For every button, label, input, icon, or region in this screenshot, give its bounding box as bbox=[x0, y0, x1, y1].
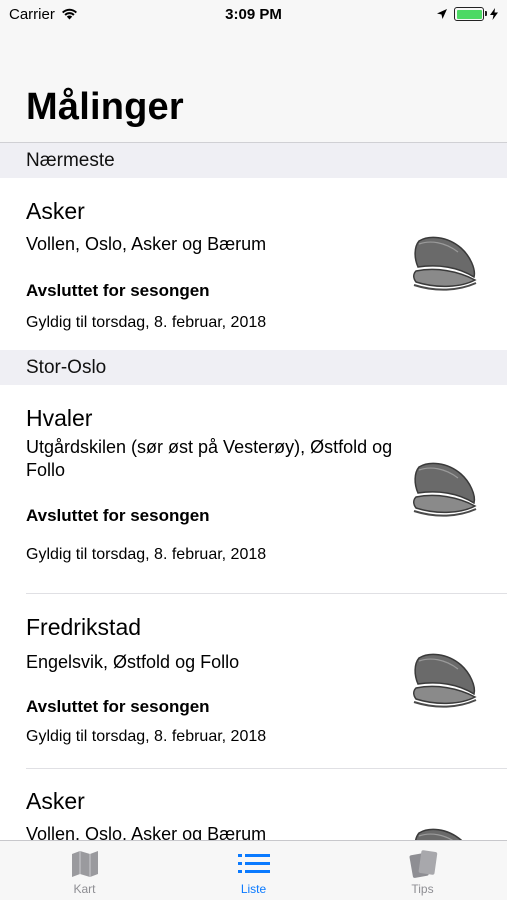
tab-label: Tips bbox=[411, 882, 434, 896]
row-valid-until: Gyldig til torsdag, 8. februar, 2018 bbox=[26, 728, 267, 745]
charging-bolt-icon bbox=[490, 8, 498, 20]
row-location: Engelsvik, Østfold og Follo bbox=[26, 652, 240, 672]
status-left: Carrier bbox=[9, 6, 78, 23]
page-title: Målinger bbox=[26, 86, 184, 128]
mussel-icon bbox=[413, 653, 477, 708]
map-icon bbox=[71, 851, 98, 877]
row-status: Avsluttet for sesongen bbox=[26, 506, 210, 525]
carrier-label: Carrier bbox=[9, 5, 55, 23]
status-right bbox=[436, 7, 498, 21]
row-title: Fredrikstad bbox=[26, 614, 142, 640]
row-location: Vollen, Oslo, Asker og Bærum bbox=[26, 234, 267, 254]
list-item[interactable]: Asker Vollen, Oslo, Asker og Bærum bbox=[0, 769, 507, 840]
status-bar: Carrier 3:09 PM bbox=[0, 0, 507, 28]
battery-level bbox=[456, 9, 482, 19]
mussel-icon bbox=[413, 462, 477, 517]
row-title: Hvaler bbox=[26, 405, 93, 431]
row-title: Asker bbox=[26, 198, 85, 224]
row-location: Utgårdskilen (sør øst på Vesterøy), Østf… bbox=[26, 437, 393, 480]
section-header-nearest: Nærmeste bbox=[0, 143, 507, 178]
mussel-icon bbox=[415, 828, 463, 840]
row-valid-until: Gyldig til torsdag, 8. februar, 2018 bbox=[26, 546, 267, 563]
row-title: Asker bbox=[26, 788, 85, 814]
wifi-icon bbox=[61, 8, 77, 20]
cards-icon bbox=[409, 850, 437, 878]
row-status: Avsluttet for sesongen bbox=[26, 697, 210, 716]
section-header-label: Nærmeste bbox=[26, 149, 115, 171]
list-item[interactable]: Hvaler Utgårdskilen (sør øst på Vesterøy… bbox=[0, 385, 507, 594]
measurement-list[interactable]: Nærmeste Asker Vollen, Oslo, Asker og Bæ… bbox=[0, 143, 507, 840]
tab-label: Liste bbox=[240, 882, 267, 896]
section-header-label: Stor-Oslo bbox=[26, 356, 107, 378]
tab-tips[interactable]: Tips bbox=[338, 841, 507, 900]
list-item[interactable]: Asker Vollen, Oslo, Asker og Bærum Avslu… bbox=[0, 178, 507, 350]
mussel-icon bbox=[413, 236, 477, 291]
tab-bar: Kart Liste Tips bbox=[0, 840, 507, 900]
list-item[interactable]: Fredrikstad Engelsvik, Østfold og Follo … bbox=[0, 594, 507, 769]
tab-kart[interactable]: Kart bbox=[0, 841, 169, 900]
row-location: Vollen, Oslo, Asker og Bærum bbox=[26, 824, 267, 840]
battery-icon bbox=[454, 7, 487, 21]
tab-label: Kart bbox=[73, 882, 96, 896]
tab-liste[interactable]: Liste bbox=[169, 841, 338, 900]
list-icon bbox=[237, 854, 270, 873]
row-valid-until: Gyldig til torsdag, 8. februar, 2018 bbox=[26, 314, 267, 331]
section-header-stor-oslo: Stor-Oslo bbox=[0, 350, 507, 385]
location-arrow-icon bbox=[437, 9, 447, 19]
row-status: Avsluttet for sesongen bbox=[26, 281, 210, 300]
